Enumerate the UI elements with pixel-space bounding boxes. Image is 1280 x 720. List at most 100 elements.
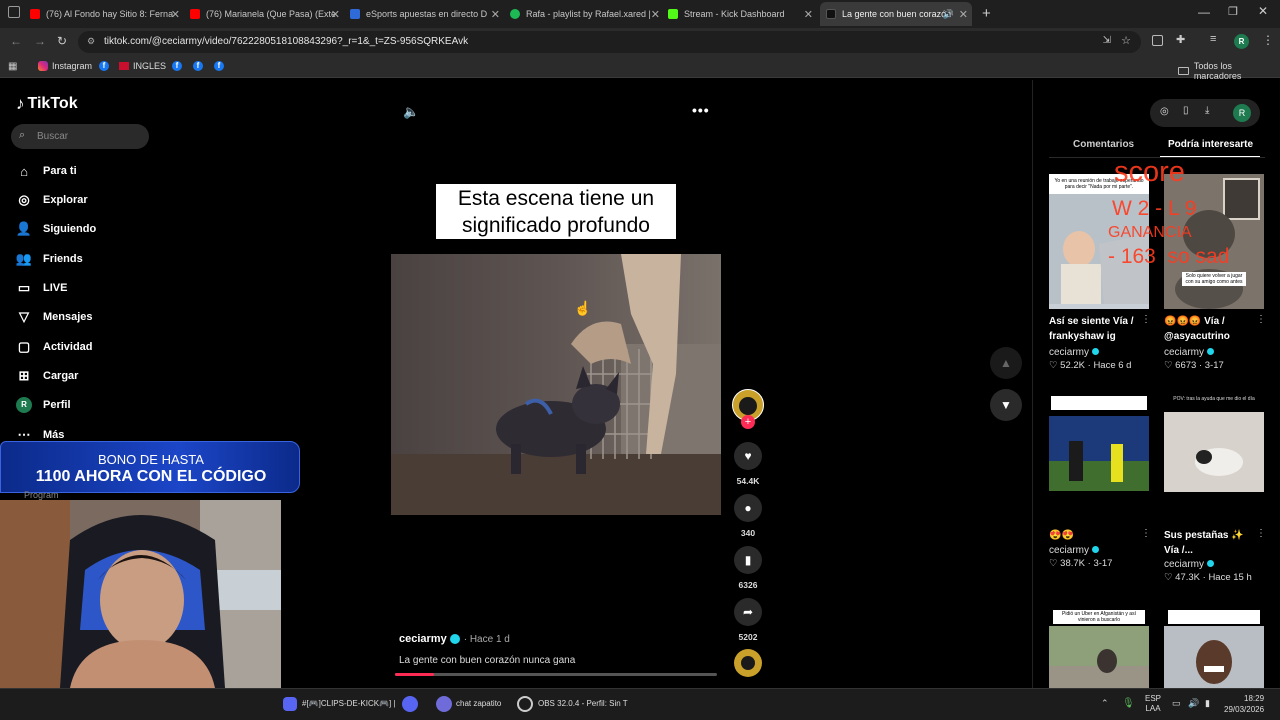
url-bar[interactable]: ⚙ tiktok.com/@ceciarmy/video/76222805181…: [78, 31, 1141, 53]
close-window-button[interactable]: ✕: [1258, 4, 1268, 18]
close-tab-icon[interactable]: ✕: [804, 8, 813, 21]
bookmark-facebook[interactable]: f: [99, 61, 109, 71]
suggested-video-thumb-5[interactable]: Pidió un Uber en Afganistán y así vinier…: [1049, 608, 1149, 688]
music-disc-avatar[interactable]: [734, 649, 762, 677]
save-action[interactable]: ▮ 6326: [734, 546, 762, 590]
volume-icon[interactable]: 🔈: [403, 104, 419, 120]
sidebar-item-perfil[interactable]: R Perfil: [16, 397, 71, 413]
follow-plus-button[interactable]: +: [741, 415, 755, 429]
site-info-icon[interactable]: ⚙: [87, 36, 95, 47]
video-author[interactable]: ceciarmy: [399, 633, 447, 645]
media-icon[interactable]: [1152, 35, 1163, 46]
browser-tab-1[interactable]: (76) Al Fondo hay Sitio 8: Ferna ✕: [30, 4, 180, 24]
profile-avatar[interactable]: R: [1234, 34, 1249, 49]
close-tab-icon[interactable]: ✕: [331, 8, 340, 21]
phone-icon[interactable]: ▯: [1183, 105, 1189, 116]
tab-search-icon[interactable]: [8, 6, 20, 18]
video-frame[interactable]: [391, 254, 721, 515]
microphone-icon[interactable]: 🎙: [1122, 698, 1135, 709]
search-input[interactable]: ⌕ Buscar: [11, 124, 149, 149]
taskbar-clock[interactable]: 18:29 29/03/2026: [1224, 693, 1264, 715]
comment-action[interactable]: ● 340: [734, 494, 762, 538]
all-bookmarks[interactable]: Todos los marcadores: [1178, 61, 1280, 81]
suggested-video-title-2[interactable]: 😡😡😡 Vía / @asyacutrino: [1164, 314, 1230, 344]
sidebar-item-para-ti[interactable]: ⌂ Para ti: [16, 163, 77, 179]
share-action[interactable]: ➦ 5202: [734, 598, 762, 642]
restore-button[interactable]: ❐: [1228, 5, 1238, 18]
taskbar-obs-label[interactable]: OBS 32.0.4 - Perfil: Sin T: [538, 699, 628, 708]
close-tab-icon[interactable]: ✕: [651, 8, 660, 21]
forward-icon[interactable]: →: [34, 34, 46, 48]
new-tab-button[interactable]: +: [982, 5, 991, 22]
comment-icon[interactable]: ●: [734, 494, 762, 522]
reload-icon[interactable]: ↻: [57, 34, 67, 48]
card-menu-icon[interactable]: ⋮: [1256, 528, 1266, 539]
card-menu-icon[interactable]: ⋮: [1141, 528, 1151, 539]
url-text[interactable]: tiktok.com/@ceciarmy/video/7622280518108…: [104, 36, 468, 47]
audio-playing-icon[interactable]: 🔊: [943, 9, 954, 20]
back-icon[interactable]: ←: [10, 34, 22, 48]
network-icon[interactable]: ▭: [1172, 698, 1181, 709]
tray-chevron-icon[interactable]: ⌃: [1101, 698, 1109, 709]
suggested-video-title-4[interactable]: Sus pestañas ✨ Vía /...: [1164, 528, 1244, 558]
sidebar-item-live[interactable]: ▭ LIVE: [16, 280, 68, 296]
video-progress-bar[interactable]: [395, 673, 717, 676]
tiktok-logo[interactable]: ♪ TikTok: [16, 94, 78, 114]
close-tab-icon[interactable]: ✕: [959, 8, 968, 21]
reading-list-icon[interactable]: ≡: [1210, 33, 1216, 45]
apps-grid-icon[interactable]: ▦: [8, 61, 17, 72]
compass-icon[interactable]: ◎: [1160, 106, 1169, 117]
browser-tab-4[interactable]: Rafa - playlist by Rafael.xared | ✕: [510, 4, 660, 24]
chat-app-icon[interactable]: [436, 696, 452, 712]
minimize-button[interactable]: —: [1198, 5, 1210, 19]
close-tab-icon[interactable]: ✕: [491, 8, 500, 21]
bookmark-facebook-4[interactable]: f: [214, 61, 224, 71]
browser-tab-2[interactable]: (76) Marianela (Que Pasa) (Exte ✕: [190, 4, 340, 24]
battery-icon[interactable]: ▮: [1205, 698, 1210, 709]
browser-tab-3[interactable]: eSports apuestas en directo D ✕: [350, 4, 500, 24]
browser-tab-active[interactable]: La gente con buen corazón 🔊 ✕: [820, 2, 972, 26]
card-menu-icon[interactable]: ⋮: [1256, 314, 1266, 325]
video-options-icon[interactable]: •••: [692, 102, 710, 118]
share-icon[interactable]: ➦: [734, 598, 762, 626]
sidebar-item-explorar[interactable]: ◎ Explorar: [16, 192, 87, 208]
heart-icon[interactable]: ♥: [734, 442, 762, 470]
suggested-video-thumb-3[interactable]: [1049, 392, 1149, 492]
bookmark-facebook-2[interactable]: f: [172, 61, 182, 71]
language-indicator[interactable]: ESP LAA: [1145, 694, 1161, 714]
app-icon[interactable]: [402, 696, 418, 712]
like-action[interactable]: ♥ 54.4K: [734, 442, 762, 486]
extensions-icon[interactable]: ✚: [1176, 33, 1185, 46]
bookmark-star-icon[interactable]: ☆: [1121, 34, 1131, 47]
speaker-icon[interactable]: 🔊: [1188, 698, 1199, 709]
menu-kebab-icon[interactable]: ⋮: [1262, 33, 1274, 47]
discord-icon[interactable]: [283, 697, 297, 711]
taskbar-discord-label[interactable]: #[🎮]CLIPS-DE-KICK🎮] |: [302, 699, 396, 708]
bookmark-ingles[interactable]: INGLES: [119, 61, 166, 71]
taskbar-chat-label[interactable]: chat zapatito: [456, 699, 501, 708]
suggested-video-title-3[interactable]: 😍😍: [1049, 528, 1074, 543]
download-icon[interactable]: ⤓: [1205, 105, 1209, 116]
bookmark-facebook-3[interactable]: f: [193, 61, 203, 71]
close-tab-icon[interactable]: ✕: [171, 8, 180, 21]
bookmark-instagram[interactable]: Instagram: [38, 61, 92, 71]
sidebar-item-actividad[interactable]: ▢ Actividad: [16, 339, 93, 355]
sidebar-item-friends[interactable]: 👥 Friends: [16, 251, 83, 267]
sidebar-item-siguiendo[interactable]: 👤 Siguiendo: [16, 221, 96, 237]
tab-podria-interesarte[interactable]: Podría interesarte: [1168, 139, 1253, 150]
card-menu-icon[interactable]: ⋮: [1141, 314, 1151, 325]
browser-tab-5[interactable]: Stream - Kick Dashboard ✕: [668, 4, 813, 24]
previous-video-button[interactable]: ▲: [990, 347, 1022, 379]
install-app-icon[interactable]: ⇲: [1103, 35, 1111, 46]
obs-icon[interactable]: [517, 696, 533, 712]
tab-comentarios[interactable]: Comentarios: [1073, 139, 1134, 150]
bookmark-icon[interactable]: ▮: [734, 546, 762, 574]
suggested-video-title-1[interactable]: Así se siente Vía / frankyshaw ig: [1049, 314, 1134, 344]
facebook-icon: f: [99, 61, 109, 71]
sidebar-item-cargar[interactable]: ⊞ Cargar: [16, 368, 79, 384]
suggested-video-thumb-4[interactable]: POV: tras la ayuda que me dio el día: [1164, 392, 1264, 492]
profile-avatar[interactable]: R: [1233, 104, 1251, 122]
next-video-button[interactable]: ▼: [990, 389, 1022, 421]
sidebar-item-mensajes[interactable]: ▽ Mensajes: [16, 309, 93, 325]
suggested-video-thumb-6[interactable]: [1164, 608, 1264, 688]
